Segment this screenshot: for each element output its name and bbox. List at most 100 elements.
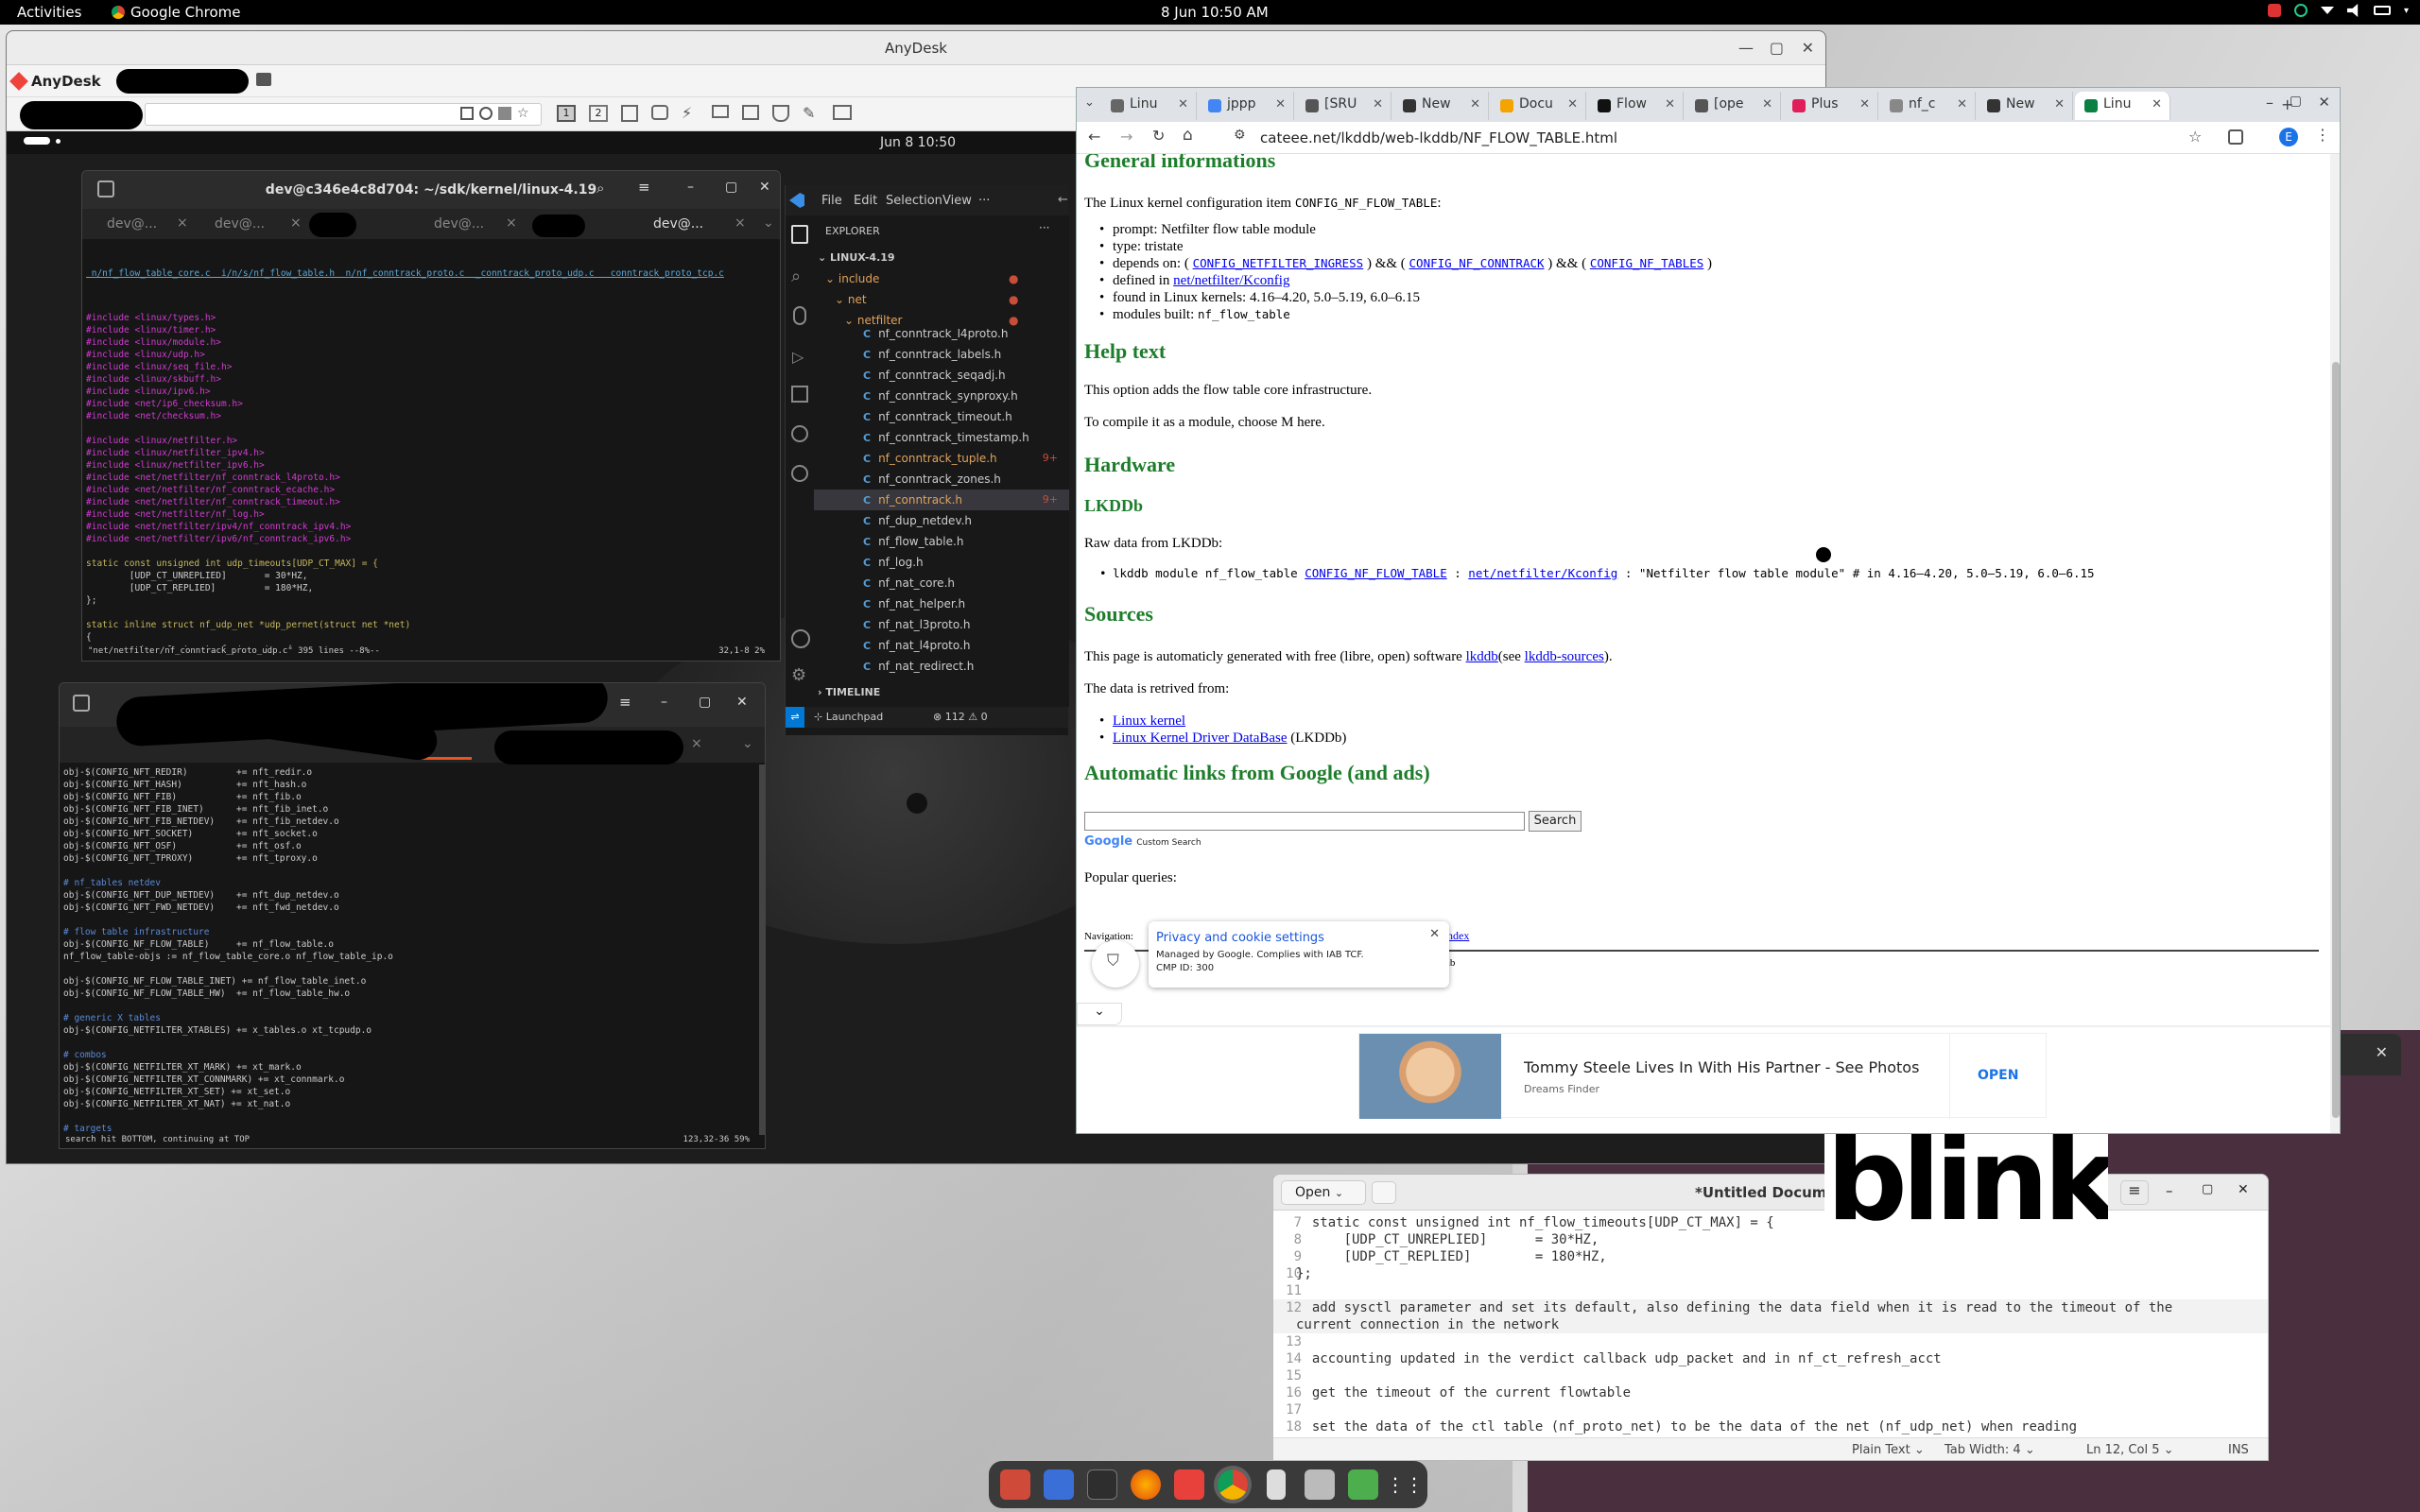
address-bar[interactable]: cateee.net/lkddb/web-lkddb/NF_FLOW_TABLE… (1260, 126, 2205, 150)
explorer-file[interactable]: Cnf_log.h (814, 552, 1069, 573)
monitor-1-icon[interactable]: 1 (557, 105, 576, 122)
forward-icon[interactable]: → (1120, 128, 1132, 146)
menu-view[interactable]: View (942, 194, 972, 208)
back-arrow-icon[interactable]: ← (1058, 193, 1068, 207)
explorer-icon[interactable] (791, 225, 808, 244)
tab-list-icon[interactable]: ⌄ (763, 215, 774, 231)
extensions-icon[interactable] (2228, 129, 2243, 145)
new-tab-icon[interactable] (1372, 1181, 1396, 1204)
menu-edit[interactable]: Edit (854, 194, 877, 208)
permissions-icon[interactable] (772, 105, 789, 122)
focused-app[interactable]: Google Chrome (112, 4, 241, 21)
close-tab-icon[interactable]: ✕ (1957, 97, 1967, 112)
menu-icon[interactable]: ≡ (619, 694, 631, 711)
maximize-icon[interactable]: ▢ (2202, 1182, 2213, 1196)
language-selector[interactable]: Plain Text ⌄ (1852, 1443, 1925, 1457)
close-tab-icon[interactable]: ✕ (2054, 97, 2065, 112)
wifi-icon[interactable] (2320, 7, 2334, 14)
browser-tab[interactable]: Linu ✕ (2075, 92, 2170, 120)
site-info-icon[interactable]: ⚙ (1234, 128, 1246, 143)
clock[interactable]: 8 Jun 10:50 AM (1161, 4, 1269, 21)
system-menu-icon[interactable]: ▾ (2404, 6, 2409, 16)
google-search-input[interactable] (1084, 812, 1525, 831)
browser-tab[interactable]: Plus ✕ (1783, 92, 1878, 120)
search-button[interactable]: Search (1529, 811, 1582, 832)
text-editor-app-icon[interactable] (1044, 1469, 1074, 1500)
browser-tab[interactable]: jppp ✕ (1199, 92, 1294, 120)
browser-tab[interactable]: [SRU ✕ (1296, 92, 1392, 120)
tab-search-icon[interactable]: ⌄ (1084, 95, 1095, 110)
browser-tab[interactable]: Flow ✕ (1588, 92, 1684, 120)
minimize-icon[interactable]: – (661, 695, 667, 710)
close-tab-icon[interactable]: × (735, 215, 746, 231)
chat-icon[interactable] (651, 105, 668, 120)
timeline-icon[interactable] (791, 465, 808, 482)
text-editor-content[interactable]: 7 static const unsigned int nf_flow_time… (1273, 1211, 2268, 1437)
ad-banner[interactable]: Tommy Steele Lives In With His Partner -… (1358, 1033, 2047, 1119)
maximize-icon[interactable]: ▢ (699, 695, 711, 710)
explorer-file[interactable]: Cnf_conntrack_tuple.h 9+ (814, 448, 1069, 469)
minimize-icon[interactable]: – (2266, 94, 2273, 112)
ad-collapse-icon[interactable]: ⌄ (1077, 1003, 1122, 1025)
minimize-icon[interactable]: – (687, 180, 694, 195)
volume-icon[interactable] (2346, 4, 2359, 17)
anydesk-tray-icon[interactable] (2267, 4, 2281, 17)
anydesk-app-icon[interactable] (1174, 1469, 1204, 1500)
keyboard-icon[interactable] (712, 105, 729, 118)
minimize-icon[interactable]: — (1738, 39, 1754, 57)
explorer-file[interactable]: Cnf_nat_core.h (814, 573, 1069, 593)
session-tab-icon[interactable] (256, 73, 271, 86)
dependency-link[interactable]: CONFIG_NETFILTER_INGRESS (1193, 256, 1364, 270)
close-tab-icon[interactable]: × (506, 215, 517, 231)
browser-tab[interactable]: Docu ✕ (1491, 92, 1586, 120)
terminal-tab[interactable]: dev@... (215, 216, 265, 232)
close-tab-icon[interactable]: × (177, 215, 188, 231)
close-tab-icon[interactable]: × (691, 736, 702, 751)
terminal-tab-active[interactable]: dev@... (653, 216, 703, 232)
close-tab-icon[interactable]: ✕ (1373, 97, 1383, 112)
maximize-icon[interactable]: ▢ (725, 180, 737, 195)
close-tab-icon[interactable]: ✕ (1178, 97, 1188, 112)
draw-icon[interactable]: ✎ (803, 105, 820, 122)
bookmark-star-icon[interactable]: ☆ (2188, 128, 2202, 146)
folder-net[interactable]: ⌄ net (835, 293, 867, 306)
explorer-file[interactable]: Cnf_conntrack_synproxy.h (814, 386, 1069, 406)
raw-config-link[interactable]: CONFIG_NF_FLOW_TABLE (1305, 566, 1447, 580)
minimize-icon[interactable]: – (2166, 1182, 2173, 1199)
explorer-file[interactable]: Cnf_conntrack.h 9+ (814, 490, 1069, 510)
settings-icon[interactable] (479, 107, 493, 120)
reload-icon[interactable]: ↻ (1152, 127, 1165, 145)
scrollbar-thumb[interactable] (2332, 362, 2340, 1118)
status-icon[interactable] (2293, 4, 2308, 17)
folder-include[interactable]: ⌄ include (825, 272, 879, 285)
explorer-file[interactable]: Cnf_dup_netdev.h (814, 510, 1069, 531)
explorer-file[interactable]: Cnf_nat_helper.h (814, 593, 1069, 614)
battery-icon[interactable] (2373, 6, 2391, 15)
search-icon[interactable]: ⌕ (596, 180, 604, 197)
remote-activities-indicator[interactable] (24, 137, 50, 145)
close-tab-icon[interactable]: ✕ (1859, 97, 1870, 112)
close-icon[interactable]: ✕ (1429, 927, 1440, 941)
gear-icon[interactable]: ⚙ (791, 665, 806, 685)
explorer-file[interactable]: Cnf_conntrack_seqadj.h (814, 365, 1069, 386)
remote-explorer-icon[interactable] (791, 425, 808, 442)
terminal-tab[interactable]: dev@... (434, 216, 484, 232)
ad-open-button[interactable]: OPEN (1978, 1068, 2018, 1083)
close-icon[interactable]: ✕ (759, 180, 770, 195)
close-icon[interactable]: ✕ (736, 695, 748, 710)
close-tab-icon[interactable]: ✕ (1470, 97, 1480, 112)
linux-kernel-link[interactable]: Linux kernel (1113, 713, 1185, 729)
menu-file[interactable]: File (821, 194, 842, 208)
menu-selection[interactable]: Selection (886, 194, 942, 208)
show-apps-icon[interactable]: ⋮⋮ (1386, 1469, 1424, 1500)
close-icon[interactable]: ✕ (2318, 94, 2330, 111)
lkddb-database-link[interactable]: Linux Kernel Driver DataBase (1113, 730, 1288, 746)
back-icon[interactable]: ← (1088, 128, 1100, 146)
cursor-position[interactable]: Ln 12, Col 5 ⌄ (2086, 1443, 2174, 1457)
close-tab-icon[interactable]: ✕ (1665, 97, 1675, 112)
explorer-file[interactable]: Cnf_conntrack_l4proto.h (814, 329, 1069, 344)
close-icon[interactable]: ✕ (2238, 1182, 2249, 1197)
web-page[interactable]: General informations The Linux kernel co… (1077, 154, 2330, 1133)
close-tab-icon[interactable]: ✕ (1762, 97, 1772, 112)
close-icon[interactable]: ✕ (1802, 39, 1814, 57)
